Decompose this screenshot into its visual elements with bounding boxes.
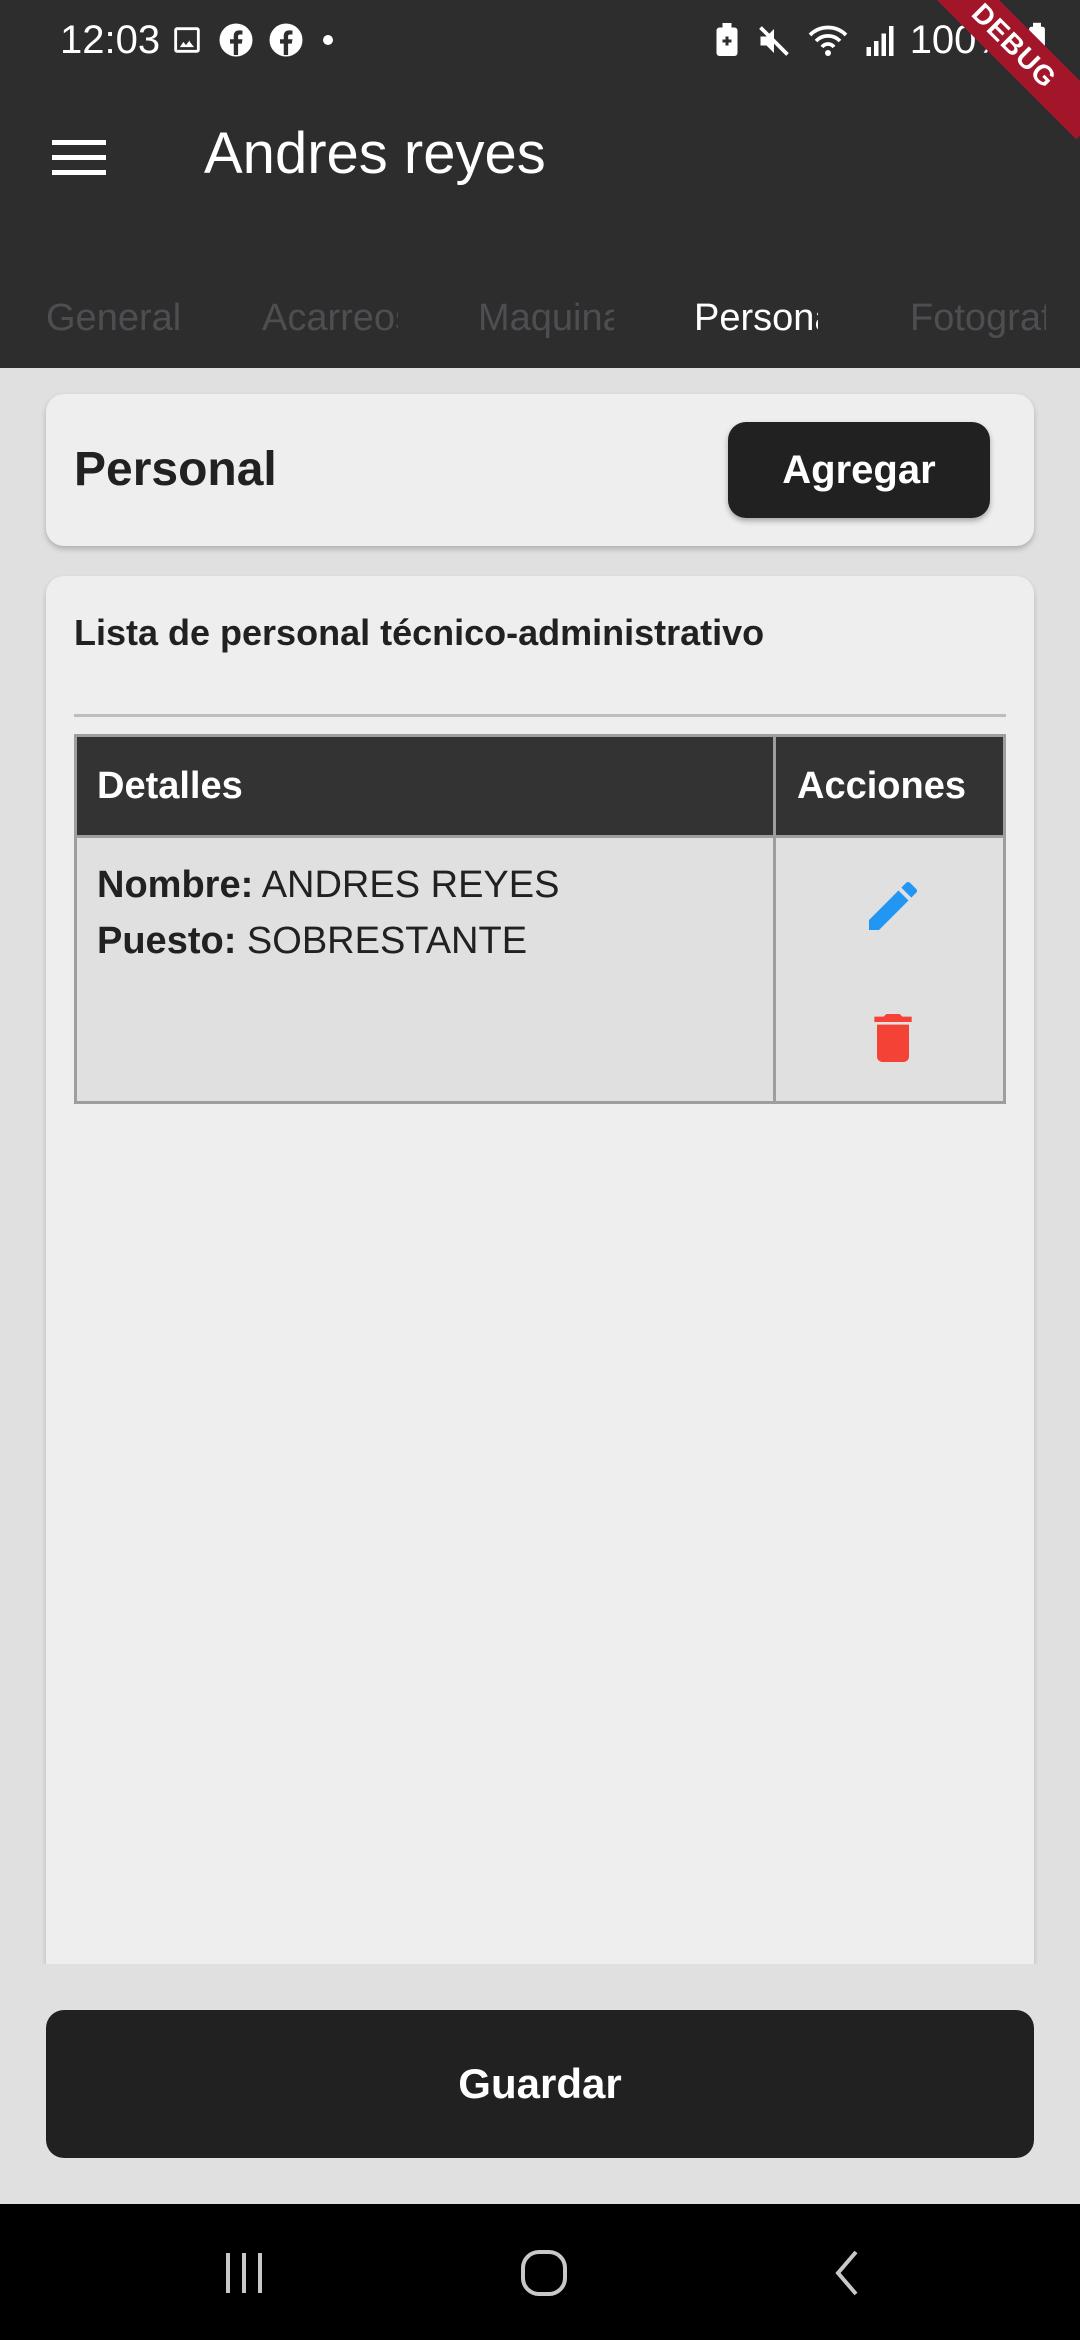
row-puesto: Puesto: SOBRESTANTE [97, 920, 527, 963]
delete-button[interactable] [861, 1006, 925, 1070]
system-nav-bar [0, 2204, 1080, 2340]
header-detalles: Detalles [97, 765, 243, 807]
delete-icon [874, 1014, 912, 1062]
puesto-label: Puesto: [97, 920, 237, 962]
menu-button[interactable] [44, 122, 114, 192]
save-area: Guardar [0, 1964, 1080, 2204]
table-header: Detalles Acciones [77, 737, 1003, 835]
add-button[interactable]: Agregar [728, 422, 990, 518]
hamburger-menu-icon [52, 140, 106, 175]
row-nombre: Nombre: ANDRES REYES [97, 864, 559, 907]
facebook-icon [218, 22, 254, 58]
tab-maquinaria[interactable]: Maquinaria [478, 268, 614, 368]
tab-bar: General Acarreos Maquinaria Personal Fot… [0, 268, 1080, 368]
main-content: Personal Agregar Lista de personal técni… [0, 368, 1080, 1972]
status-time: 12:03 [60, 18, 161, 62]
app-bar: Andres reyes General Acarreos Maquinaria… [0, 82, 1080, 368]
divider [74, 714, 1006, 717]
list-title: Lista de personal técnico-administrativo [74, 612, 765, 653]
edit-icon [869, 881, 918, 930]
personal-list-card: Lista de personal técnico-administrativo… [46, 576, 1034, 1972]
section-title: Personal [74, 443, 277, 496]
home-icon [521, 2250, 567, 2296]
puesto-value: SOBRESTANTE [246, 920, 528, 962]
facebook-icon [268, 22, 304, 58]
image-icon [170, 23, 204, 57]
nombre-value: ANDRES REYES [261, 864, 560, 906]
save-button[interactable]: Guardar [46, 2010, 1034, 2158]
wifi-icon [806, 23, 850, 59]
notification-icons [170, 22, 338, 58]
mute-icon [756, 23, 792, 59]
recents-button[interactable] [204, 2238, 284, 2308]
personal-table: Detalles Acciones Nombre: ANDRES REYES P… [74, 734, 1006, 1104]
dot-icon [318, 30, 338, 50]
status-bar: 12:03 100% [0, 0, 1080, 82]
app-title: Andres reyes [204, 121, 546, 186]
table-row: Nombre: ANDRES REYES Puesto: SOBRESTANTE [77, 838, 1003, 1101]
battery-saver-icon [712, 22, 742, 59]
personal-header-card: Personal Agregar [46, 394, 1034, 546]
home-button[interactable] [504, 2238, 584, 2308]
header-acciones: Acciones [797, 765, 966, 807]
tab-acarreos[interactable]: Acarreos [262, 268, 398, 368]
tab-personal[interactable]: Personal [694, 268, 818, 368]
column-separator [773, 737, 776, 1101]
tab-general[interactable]: General [46, 268, 182, 368]
nombre-label: Nombre: [97, 864, 254, 906]
back-icon [835, 2250, 858, 2296]
signal-icon [864, 23, 896, 59]
edit-button[interactable] [861, 874, 925, 938]
recents-icon [226, 2253, 262, 2293]
tab-fotografias[interactable]: Fotografías [910, 268, 1046, 368]
back-button[interactable] [808, 2238, 888, 2308]
